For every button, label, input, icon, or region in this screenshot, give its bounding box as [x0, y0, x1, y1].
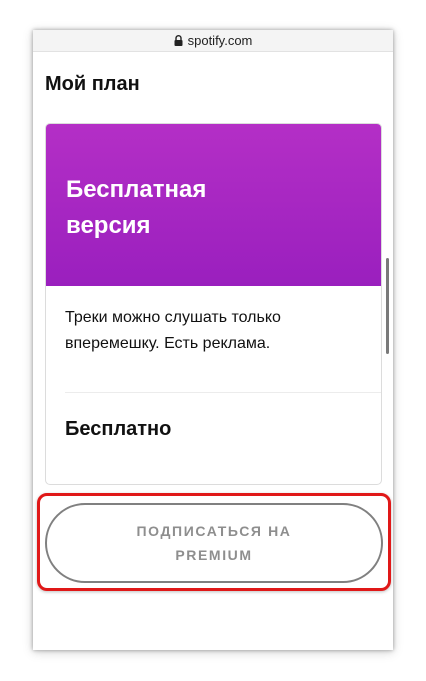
subscribe-premium-button[interactable]: ПОДПИСАТЬСЯ НА PREMIUM — [45, 503, 383, 583]
card-divider — [65, 392, 381, 393]
page-title: Мой план — [45, 73, 140, 95]
plan-card-header: Бесплатная версия — [46, 124, 381, 286]
subscribe-button-label: ПОДПИСАТЬСЯ НА PREMIUM — [136, 523, 292, 563]
plan-card: Бесплатная версия Треки можно слушать то… — [45, 123, 382, 485]
plan-price: Бесплатно — [65, 418, 172, 440]
plan-name: Бесплатная версия — [66, 176, 207, 239]
lock-icon — [174, 35, 183, 46]
plan-description: Треки можно слушать только вперемешку. Е… — [65, 309, 281, 352]
browser-url: spotify.com — [187, 33, 253, 48]
browser-address-bar[interactable]: spotify.com — [33, 30, 393, 52]
scrollbar-thumb[interactable] — [386, 258, 389, 354]
